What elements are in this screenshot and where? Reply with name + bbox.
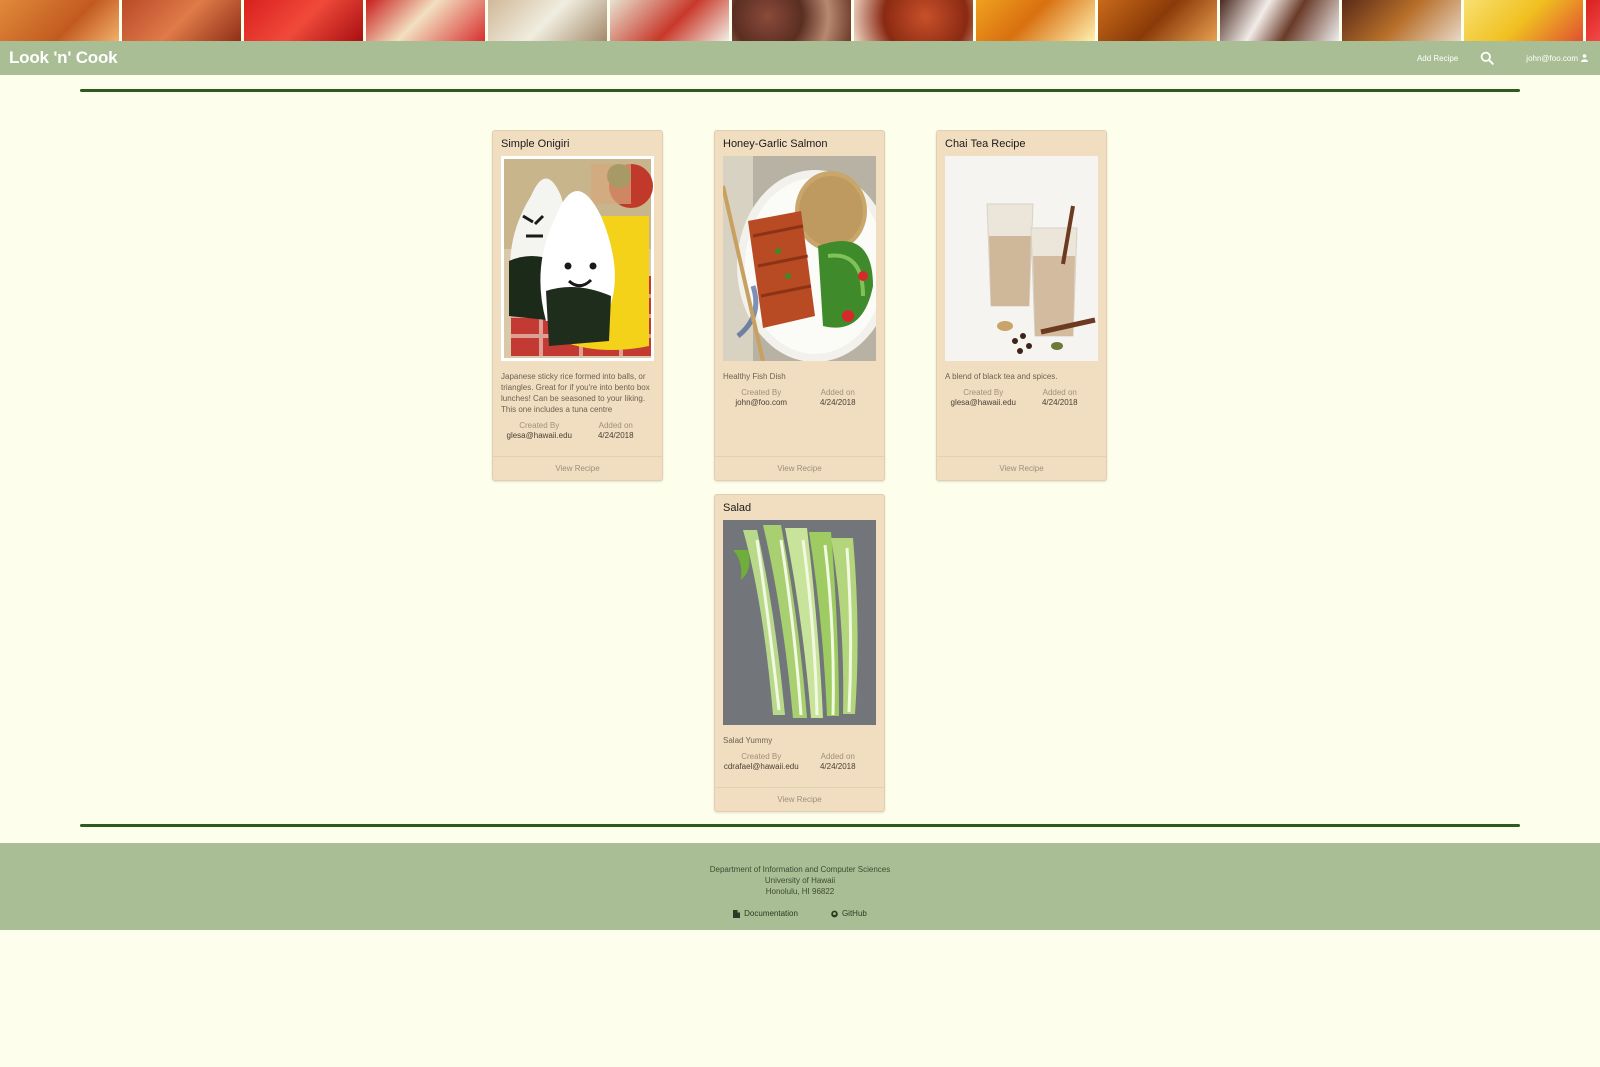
added-on-label: Added on	[598, 421, 633, 430]
search-icon[interactable]	[1480, 51, 1495, 65]
added-on-value: 4/24/2018	[1041, 398, 1078, 407]
github-icon	[831, 910, 838, 917]
created-by-value: john@foo.com	[735, 398, 788, 407]
footer-address: Department of Information and Computer S…	[0, 843, 1600, 897]
recipe-image	[723, 156, 876, 361]
added-on: Added on 4/24/2018	[800, 752, 877, 771]
user-email: john@foo.com	[1526, 53, 1578, 63]
created-by-value: glesa@hawaii.edu	[506, 431, 573, 440]
banner-image	[488, 0, 607, 41]
added-on-value: 4/24/2018	[597, 431, 634, 440]
recipe-description: Healthy Fish Dish	[723, 372, 786, 381]
recipe-meta: Created By cdrafael@hawaii.edu Added on …	[715, 752, 884, 771]
recipe-card: Simple Onigiri Japanese sticky rice form…	[492, 130, 663, 481]
recipe-image	[945, 156, 1098, 361]
banner-image	[122, 0, 241, 41]
banner-image	[366, 0, 485, 41]
recipe-meta: Created By john@foo.com Added on 4/24/20…	[715, 388, 884, 407]
created-by-value: glesa@hawaii.edu	[950, 398, 1017, 407]
footer-links: Documentation GitHub	[0, 909, 1600, 918]
banner-image	[854, 0, 973, 41]
recipe-title[interactable]: Honey-Garlic Salmon	[715, 131, 884, 156]
file-icon	[733, 909, 741, 918]
banner-image	[244, 0, 363, 41]
recipe-title[interactable]: Chai Tea Recipe	[937, 131, 1106, 156]
documentation-link[interactable]: Documentation	[733, 909, 798, 918]
banner-image	[1586, 0, 1600, 41]
banner-image	[1464, 0, 1583, 41]
recipe-card: Honey-Garlic Salmon Healthy Fish Dish Cr…	[714, 130, 885, 481]
created-by: Created By glesa@hawaii.edu	[501, 421, 578, 440]
view-recipe-button[interactable]: View Recipe	[937, 456, 1106, 480]
banner-image	[1098, 0, 1217, 41]
github-link[interactable]: GitHub	[831, 909, 867, 918]
recipe-image	[501, 156, 654, 361]
recipe-description: Salad Yummy	[723, 736, 773, 745]
divider-top	[80, 89, 1520, 92]
recipe-card: Chai Tea Recipe A blend of black tea and…	[936, 130, 1107, 481]
created-by-label: Created By	[519, 421, 560, 430]
created-by: Created By cdrafael@hawaii.edu	[723, 752, 800, 771]
added-on-label: Added on	[1042, 388, 1077, 397]
created-by-value: cdrafael@hawaii.edu	[723, 762, 799, 771]
user-menu[interactable]: john@foo.com	[1526, 54, 1588, 63]
created-by: Created By john@foo.com	[723, 388, 800, 407]
created-by-label: Created By	[741, 388, 782, 397]
documentation-label: Documentation	[744, 909, 798, 918]
view-recipe-button[interactable]: View Recipe	[715, 787, 884, 811]
footer-university: University of Hawaii	[764, 876, 836, 885]
footer-department: Department of Information and Computer S…	[709, 865, 891, 874]
banner-image	[610, 0, 729, 41]
banner-image	[0, 0, 119, 41]
created-by-label: Created By	[963, 388, 1004, 397]
added-on-value: 4/24/2018	[819, 398, 856, 407]
created-by-label: Created By	[741, 752, 782, 761]
recipe-meta: Created By glesa@hawaii.edu Added on 4/2…	[493, 421, 662, 440]
banner-image	[976, 0, 1095, 41]
view-recipe-button[interactable]: View Recipe	[715, 456, 884, 480]
recipe-card: Salad Salad Yummy Created By cdrafael@ha…	[714, 494, 885, 812]
footer-city: Honolulu, HI 96822	[765, 887, 835, 896]
brand-link[interactable]: Look 'n' Cook	[9, 48, 118, 68]
recipe-image	[723, 520, 876, 725]
recipe-meta: Created By glesa@hawaii.edu Added on 4/2…	[937, 388, 1106, 407]
view-recipe-button[interactable]: View Recipe	[493, 456, 662, 480]
created-by: Created By glesa@hawaii.edu	[945, 388, 1022, 407]
recipe-description: A blend of black tea and spices.	[945, 372, 1058, 381]
recipe-title[interactable]: Simple Onigiri	[493, 131, 662, 156]
nav-right: Add Recipe john@foo.com	[1417, 51, 1591, 65]
added-on-label: Added on	[820, 752, 855, 761]
navbar: Look 'n' Cook Add Recipe john@foo.com	[0, 41, 1600, 75]
divider-bottom	[80, 824, 1520, 827]
added-on: Added on 4/24/2018	[578, 421, 655, 440]
food-banner	[0, 0, 1600, 41]
recipe-description: Japanese sticky rice formed into balls, …	[501, 372, 650, 414]
banner-image	[1220, 0, 1339, 41]
banner-image	[1342, 0, 1461, 41]
add-recipe-link[interactable]: Add Recipe	[1417, 54, 1458, 63]
added-on: Added on 4/24/2018	[1022, 388, 1099, 407]
user-icon	[1581, 54, 1588, 62]
banner-image	[732, 0, 851, 41]
footer: Department of Information and Computer S…	[0, 843, 1600, 930]
added-on-label: Added on	[820, 388, 855, 397]
github-label: GitHub	[841, 909, 867, 918]
recipe-title[interactable]: Salad	[715, 495, 884, 520]
added-on: Added on 4/24/2018	[800, 388, 877, 407]
added-on-value: 4/24/2018	[819, 762, 856, 771]
